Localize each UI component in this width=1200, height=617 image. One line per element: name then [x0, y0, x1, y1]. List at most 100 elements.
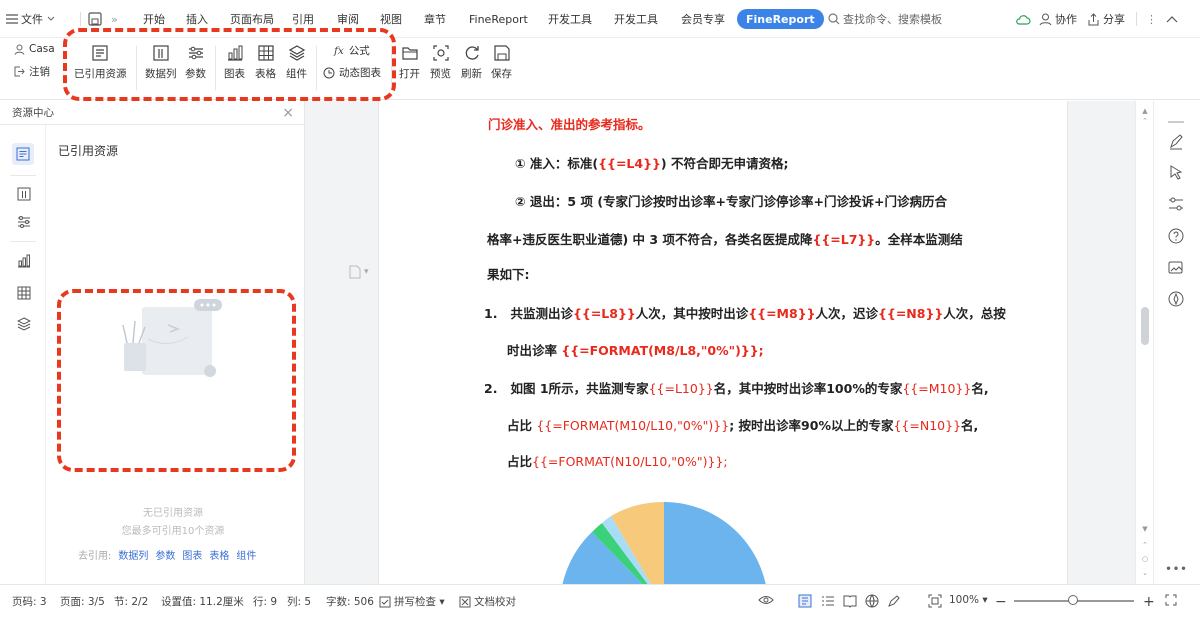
tab-member[interactable]: 会员专享 — [681, 0, 725, 38]
tab-start[interactable]: 开始 — [143, 0, 165, 38]
dataset-button[interactable]: 数据列 — [145, 42, 177, 81]
tab-insert[interactable]: 插入 — [186, 0, 208, 38]
tab-dev-tools[interactable]: 开发工具 — [548, 0, 592, 38]
collab-button[interactable]: 协作 — [1039, 0, 1077, 38]
collapse-ribbon-icon[interactable] — [1166, 0, 1178, 38]
more-chevron-icon[interactable]: » — [111, 0, 118, 38]
user-account[interactable]: Casa — [14, 43, 55, 55]
resource-list-icon — [91, 42, 109, 64]
hamburger-icon[interactable] — [6, 0, 18, 38]
proofread-icon — [459, 596, 471, 608]
quick-link-params[interactable]: 参数 — [155, 547, 175, 562]
dataset-icon[interactable] — [15, 185, 33, 203]
file-menu[interactable]: 文件 — [21, 0, 55, 38]
tab-page-layout[interactable]: 页面布局 — [230, 0, 274, 38]
open-button[interactable]: 打开 — [399, 42, 420, 81]
more-options-icon[interactable]: ∙∙∙ — [1167, 559, 1185, 577]
refresh-button[interactable]: 刷新 — [461, 42, 482, 81]
checkbox-icon — [379, 596, 391, 608]
zoom-slider-knob[interactable] — [1068, 595, 1078, 605]
status-word-count[interactable]: 字数: 506 — [326, 594, 374, 609]
pen-edit-icon[interactable] — [1167, 133, 1185, 151]
scroll-down-arrow[interactable]: ▼ — [1140, 525, 1150, 533]
scroll-next-page[interactable]: ⌄ — [1140, 569, 1150, 577]
table-button[interactable]: 表格 — [255, 42, 276, 81]
chevron-down-icon — [47, 16, 55, 22]
embedded-pie-chart[interactable] — [544, 496, 784, 584]
scroll-select-browse[interactable]: ○ — [1140, 555, 1150, 563]
dynamic-chart-button[interactable]: 动态图表 — [323, 65, 381, 80]
share-button[interactable]: 分享 — [1087, 0, 1125, 38]
scrollbar-thumb[interactable] — [1141, 307, 1149, 345]
table-icon — [257, 42, 275, 64]
sliders-icon[interactable] — [15, 213, 33, 231]
layers-icon — [288, 42, 306, 64]
fullscreen-icon[interactable] — [1165, 594, 1177, 606]
vertical-scrollbar[interactable]: ▲ ⌃ ▼ ⌃ ○ ⌄ — [1135, 101, 1153, 584]
preview-button[interactable]: 预览 — [430, 42, 451, 81]
quick-link-widget[interactable]: 组件 — [236, 547, 256, 562]
tab-review[interactable]: 审阅 — [337, 0, 359, 38]
cursor-select-icon[interactable] — [1167, 163, 1185, 181]
fit-page-icon[interactable] — [928, 594, 942, 608]
params-button[interactable]: 参数 — [185, 42, 206, 81]
table-icon[interactable] — [15, 284, 33, 302]
zoom-level[interactable]: 100% ▾ — [949, 594, 988, 606]
chart-button[interactable]: 图表 — [224, 42, 245, 81]
command-search[interactable]: 查找命令、搜索模板 — [828, 0, 942, 38]
reading-view-icon[interactable] — [843, 594, 857, 608]
quick-link-chart[interactable]: 图表 — [182, 547, 202, 562]
tab-finereport-active[interactable]: FineReport — [737, 9, 824, 29]
minimize-bar-icon[interactable] — [1167, 113, 1185, 131]
tab-finereport[interactable]: FineReport — [469, 0, 528, 38]
annotate-pen-icon[interactable] — [887, 594, 901, 608]
adjust-sliders-icon[interactable] — [1167, 195, 1185, 213]
search-icon — [828, 13, 840, 25]
scroll-up-double-arrow[interactable]: ⌃ — [1140, 117, 1150, 125]
layers-icon[interactable] — [15, 315, 33, 333]
page-view-icon[interactable] — [798, 594, 812, 608]
more-menu-icon[interactable]: ⋮ — [1146, 0, 1157, 38]
eye-protection-icon[interactable] — [758, 594, 774, 606]
quick-links-prefix: 去引用: — [78, 547, 111, 562]
tab-reference[interactable]: 引用 — [292, 0, 314, 38]
user-icon — [1039, 13, 1052, 26]
quick-link-table[interactable]: 表格 — [209, 547, 229, 562]
status-page[interactable]: 页面: 3/5 — [60, 594, 105, 609]
bar-chart-icon — [226, 42, 244, 64]
widget-button[interactable]: 组件 — [286, 42, 307, 81]
doc-line-5: 果如下: — [487, 264, 530, 283]
bar-chart-icon[interactable] — [15, 252, 33, 270]
save-icon — [493, 42, 511, 64]
zoom-in-button[interactable]: + — [1143, 594, 1155, 610]
web-view-icon[interactable] — [865, 594, 879, 608]
save-button[interactable]: 保存 — [491, 42, 512, 81]
close-icon[interactable]: × — [282, 105, 294, 121]
referenced-resources-button[interactable]: 已引用资源 — [74, 42, 127, 81]
share-icon — [1087, 13, 1100, 26]
formula-button[interactable]: fx 公式 — [334, 43, 370, 58]
tab-view[interactable]: 视图 — [380, 0, 402, 38]
save-doc-icon[interactable] — [88, 0, 102, 38]
tab-chapter[interactable]: 章节 — [424, 0, 446, 38]
resource-center-panel: 资源中心 × 已引用资源 无已引用资源 您 — [0, 101, 305, 584]
resource-list-icon[interactable] — [12, 143, 34, 165]
quick-link-dataset[interactable]: 数据列 — [118, 547, 148, 562]
document-page[interactable]: 门诊准入、准出的参考指标。 ① 准入：标准({{=L4}}) 不符合即无申请资格… — [378, 101, 1068, 584]
pie-slice-blue-large — [664, 502, 768, 584]
tab-dev-tools-2[interactable]: 开发工具 — [614, 0, 658, 38]
help-icon[interactable] — [1167, 227, 1185, 245]
logout-button[interactable]: 注销 — [14, 64, 50, 79]
doc-line-7: 时出诊率 {{=FORMAT(M8/L8,"0%")}}; — [507, 340, 764, 359]
compass-icon[interactable] — [1167, 290, 1185, 308]
spell-check-button[interactable]: 拼写检查 ▾ — [379, 594, 445, 609]
zoom-out-button[interactable]: − — [995, 594, 1007, 610]
paragraph-marker-icon[interactable]: ▾ — [349, 265, 369, 279]
proofread-button[interactable]: 文档校对 — [459, 594, 516, 609]
scroll-prev-page[interactable]: ⌃ — [1140, 541, 1150, 549]
cloud-sync-icon[interactable] — [1015, 0, 1031, 38]
outline-view-icon[interactable] — [821, 594, 835, 608]
scroll-up-arrow[interactable]: ▲ — [1140, 107, 1150, 115]
image-edit-icon[interactable] — [1167, 259, 1185, 277]
status-row: 行: 9 — [253, 594, 277, 609]
